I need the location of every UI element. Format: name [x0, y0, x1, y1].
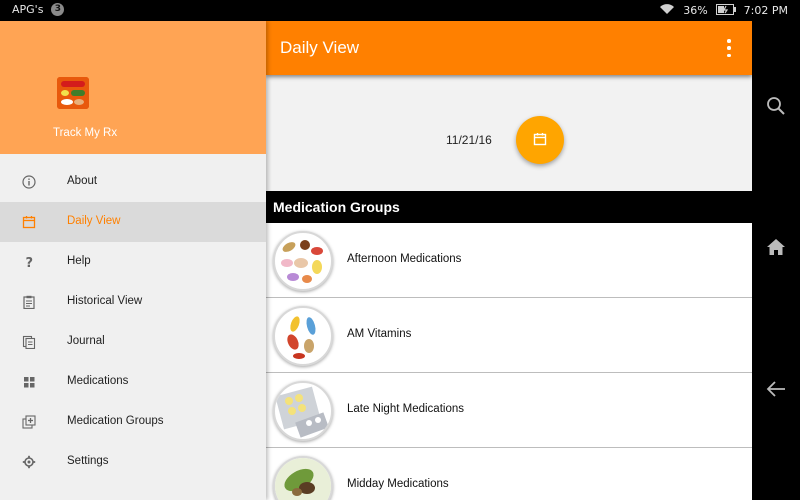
menu-item-settings[interactable]: Settings: [0, 442, 266, 482]
status-bar: APG's 3 36% 7:02 PM: [0, 0, 800, 21]
back-button[interactable]: [752, 371, 800, 411]
back-arrow-icon: [766, 381, 786, 401]
journal-icon: [21, 334, 37, 350]
menu-item-journal[interactable]: Journal: [0, 322, 266, 362]
group-label: Midday Medications: [347, 478, 449, 490]
medication-groups-header: Medication Groups: [266, 191, 752, 223]
overflow-menu-icon[interactable]: [724, 39, 734, 57]
home-icon: [766, 238, 786, 260]
group-row-afternoon[interactable]: Afternoon Medications: [266, 223, 752, 298]
menu-item-historical-view[interactable]: Historical View: [0, 282, 266, 322]
menu-item-medications[interactable]: Medications: [0, 362, 266, 402]
date-area: 11/21/16: [266, 75, 752, 191]
info-icon: [21, 174, 37, 190]
navigation-drawer: Track My Rx About Daily View ? Help Hist…: [0, 21, 266, 500]
capsules-thumbnail-icon: [273, 306, 333, 366]
main-content: Daily View 11/21/16 Medication Groups Af…: [266, 21, 752, 500]
status-right: 36% 7:02 PM: [659, 3, 788, 18]
app-bar: Daily View: [266, 21, 752, 75]
system-nav-bar: [752, 21, 800, 500]
battery-icon: [715, 3, 736, 18]
group-label: AM Vitamins: [347, 328, 412, 340]
notification-count-badge: 3: [51, 3, 65, 16]
medication-groups-list: Afternoon Medications AM Vitamins Late N…: [266, 223, 752, 500]
clipboard-icon: [21, 294, 37, 310]
app-name: Track My Rx: [53, 127, 118, 139]
calendar-icon: [533, 131, 547, 150]
menu-label: About: [67, 175, 98, 187]
menu-label: Journal: [67, 335, 105, 347]
gear-icon: [21, 454, 37, 470]
drawer-menu: About Daily View ? Help Historical View …: [0, 162, 266, 482]
page-title: Daily View: [280, 38, 360, 57]
herbal-thumbnail-icon: [273, 456, 333, 500]
battery-percent: 36%: [683, 4, 708, 17]
menu-label: Daily View: [67, 215, 121, 227]
app-logo-icon: [57, 77, 89, 109]
pills-thumbnail-icon: [273, 231, 333, 291]
question-icon: ?: [21, 254, 37, 270]
menu-label: Medication Groups: [67, 415, 164, 427]
search-icon: [766, 96, 786, 120]
group-row-midday[interactable]: Midday Medications: [266, 448, 752, 500]
menu-item-medication-groups[interactable]: Medication Groups: [0, 402, 266, 442]
blister-pack-thumbnail-icon: [273, 381, 333, 441]
carrier-label: APG's: [12, 3, 44, 16]
menu-label: Help: [67, 255, 91, 267]
menu-item-daily-view[interactable]: Daily View: [0, 202, 266, 242]
menu-label: Medications: [67, 375, 129, 387]
menu-label: Settings: [67, 455, 109, 467]
menu-item-about[interactable]: About: [0, 162, 266, 202]
group-row-late-night[interactable]: Late Night Medications: [266, 373, 752, 448]
drawer-header: Track My Rx: [0, 21, 266, 154]
menu-item-help[interactable]: ? Help: [0, 242, 266, 282]
date-picker-button[interactable]: [516, 116, 564, 164]
svg-text:?: ?: [26, 256, 34, 269]
wifi-icon: [659, 3, 675, 18]
add-group-icon: [21, 414, 37, 430]
status-left: APG's 3: [12, 3, 65, 16]
clock: 7:02 PM: [743, 4, 788, 17]
menu-label: Historical View: [67, 295, 143, 307]
grid-icon: [21, 374, 37, 390]
device-screen: APG's 3 36% 7:02 PM Daily View 11/21/16: [0, 0, 800, 500]
group-label: Afternoon Medications: [347, 253, 462, 265]
group-label: Late Night Medications: [347, 403, 464, 415]
home-button[interactable]: [752, 229, 800, 269]
calendar-icon: [21, 214, 37, 230]
selected-date: 11/21/16: [446, 133, 492, 147]
app-window: Daily View 11/21/16 Medication Groups Af…: [0, 21, 752, 500]
search-button[interactable]: [752, 88, 800, 128]
group-row-am-vitamins[interactable]: AM Vitamins: [266, 298, 752, 373]
